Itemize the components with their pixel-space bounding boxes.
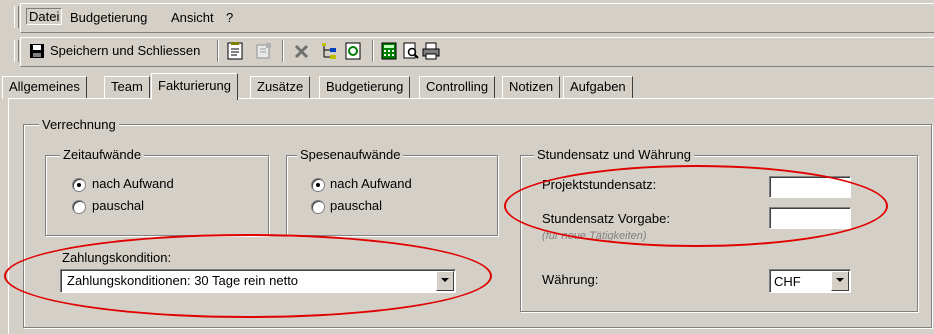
properties-icon[interactable] bbox=[255, 42, 273, 60]
hierarchy-icon[interactable] bbox=[320, 42, 338, 60]
zeit-pauschal-radio[interactable] bbox=[72, 200, 86, 214]
stundensatz-vorgabe-hint: (für neue Tätigkeiten) bbox=[542, 230, 647, 242]
chevron-down-icon[interactable] bbox=[831, 271, 849, 291]
toolbar-separator bbox=[372, 40, 374, 62]
toolbar-separator bbox=[282, 40, 284, 62]
stundensatz-vorgabe-input[interactable] bbox=[769, 207, 851, 229]
tab-fakturierung[interactable]: Fakturierung bbox=[151, 73, 238, 100]
spesen-pauschal-radio[interactable] bbox=[311, 200, 325, 214]
zeit-nach-aufwand-label: nach Aufwand bbox=[92, 176, 174, 191]
print-preview-icon[interactable] bbox=[402, 42, 420, 60]
zahlungskondition-value: Zahlungskonditionen: 30 Tage rein netto bbox=[67, 273, 299, 288]
stundensatz-legend: Stundensatz und Währung bbox=[534, 147, 694, 162]
zeitaufwaende-legend: Zeitaufwände bbox=[60, 147, 145, 162]
save-close-label: Speichern und Schliessen bbox=[50, 43, 201, 58]
projektstundensatz-label: Projektstundensatz: bbox=[542, 177, 657, 192]
printer-icon[interactable] bbox=[422, 42, 440, 60]
tab-budgetierung[interactable]: Budgetierung bbox=[319, 76, 411, 99]
spesen-nach-aufwand-radio[interactable] bbox=[311, 178, 325, 192]
zeit-pauschal-label: pauschal bbox=[92, 198, 145, 213]
delete-icon[interactable] bbox=[293, 42, 311, 60]
tab-notizen[interactable]: Notizen bbox=[502, 76, 561, 99]
refresh-icon[interactable] bbox=[344, 42, 362, 60]
menubar-frame bbox=[20, 3, 934, 33]
spesen-pauschal-label: pauschal bbox=[330, 198, 383, 213]
tab-team[interactable]: Team bbox=[104, 76, 150, 99]
spesenaufwaende-legend: Spesenaufwände bbox=[297, 147, 404, 162]
zeit-nach-aufwand-radio[interactable] bbox=[72, 178, 86, 192]
menu-budgetierung[interactable]: Budgetierung bbox=[70, 10, 147, 25]
zeitaufwaende-group bbox=[45, 155, 269, 236]
chevron-down-icon[interactable] bbox=[436, 271, 454, 291]
toolbar: Speichern und Schliessen bbox=[0, 34, 934, 68]
notes-icon[interactable] bbox=[226, 42, 244, 60]
stundensatz-vorgabe-label: Stundensatz Vorgabe: bbox=[542, 211, 670, 226]
verrechnung-legend: Verrechnung bbox=[39, 117, 119, 132]
floppy-disk-icon bbox=[30, 44, 44, 58]
waehrung-select[interactable]: CHF bbox=[769, 269, 851, 293]
menubar-grip[interactable] bbox=[14, 6, 19, 28]
waehrung-label: Währung: bbox=[542, 272, 599, 287]
zahlungskondition-select[interactable]: Zahlungskonditionen: 30 Tage rein netto bbox=[60, 269, 456, 293]
toolbar-separator bbox=[217, 40, 219, 62]
tab-aufgaben[interactable]: Aufgaben bbox=[563, 76, 633, 99]
toolbar-grip[interactable] bbox=[14, 40, 19, 62]
tab-controlling[interactable]: Controlling bbox=[419, 76, 496, 99]
menu-help[interactable]: ? bbox=[226, 10, 233, 25]
spesenaufwaende-group bbox=[286, 155, 498, 236]
projektstundensatz-input[interactable] bbox=[769, 176, 851, 198]
spesen-nach-aufwand-label: nach Aufwand bbox=[330, 176, 412, 191]
menu-ansicht[interactable]: Ansicht bbox=[171, 10, 214, 25]
calculator-icon[interactable] bbox=[380, 42, 398, 60]
zahlungskondition-label: Zahlungskondition: bbox=[62, 250, 172, 265]
menu-bar: Datei Budgetierung Ansicht ? bbox=[0, 0, 934, 34]
tab-zusaetze[interactable]: Zusätze bbox=[250, 76, 311, 99]
tab-allgemeines[interactable]: Allgemeines bbox=[2, 76, 87, 99]
waehrung-value: CHF bbox=[774, 274, 801, 289]
menu-datei[interactable]: Datei bbox=[26, 8, 63, 25]
